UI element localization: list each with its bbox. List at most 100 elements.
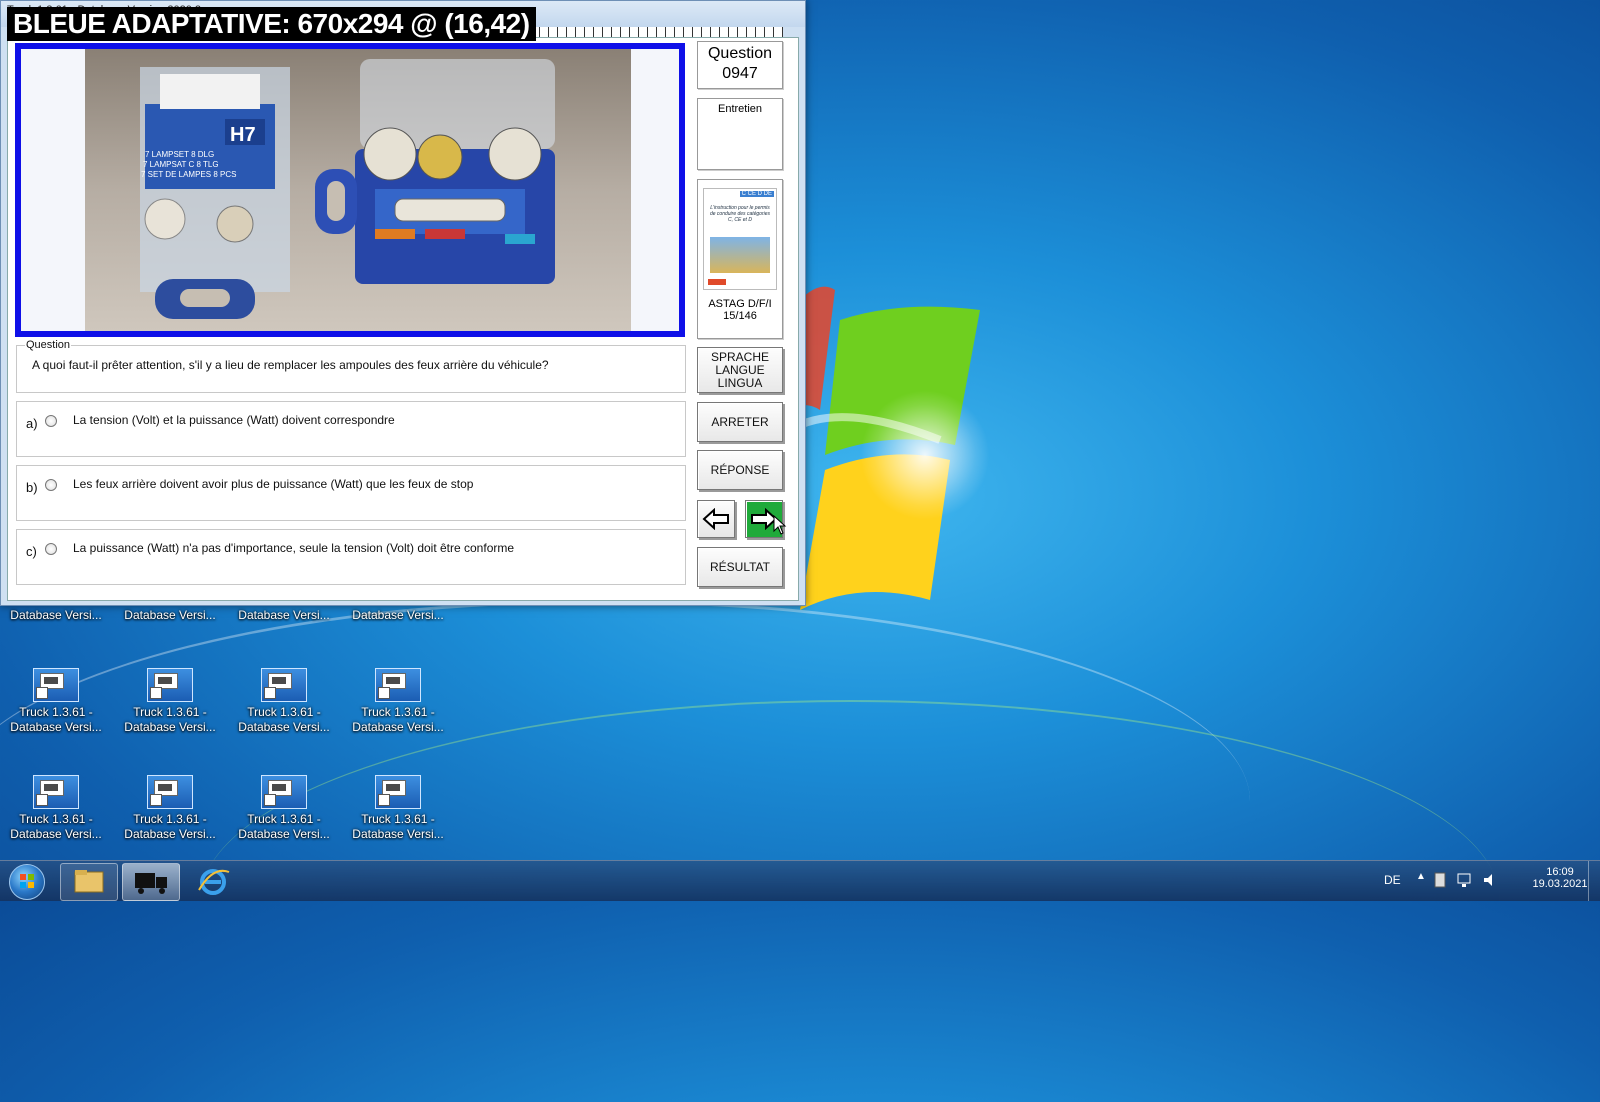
truck-app-icon	[33, 775, 79, 809]
question-number: 0947	[722, 65, 758, 82]
network-icon[interactable]	[1456, 871, 1474, 889]
box-label-h7: H7	[230, 124, 256, 146]
desktop-icon-label-line2: Database Versi...	[10, 608, 102, 622]
language-label-it: LINGUA	[717, 375, 763, 390]
wallpaper-glow	[860, 390, 990, 520]
truck-app-icon	[375, 775, 421, 809]
arrow-left-icon	[702, 508, 729, 530]
taskbar-explorer[interactable]	[60, 863, 118, 901]
bus-picture	[710, 237, 770, 273]
stop-label: ARRETER	[711, 414, 769, 429]
desktop-icon-label-line2: Database Versi...	[238, 608, 330, 622]
answer-label: RÉPONSE	[710, 462, 770, 477]
answer-c-radio[interactable]	[45, 543, 57, 555]
desktop-icon[interactable]: Truck 1.3.61 - Database Versi...	[10, 668, 102, 735]
desktop-icon-label-line1: Truck 1.3.61 -	[133, 705, 207, 719]
answer-letter: c)	[26, 544, 37, 559]
question-number-title: Question	[707, 45, 773, 62]
desktop-icon-label-line2: Database Versi...	[10, 827, 102, 841]
show-desktop-button[interactable]	[1588, 861, 1600, 901]
taskbar-truck-app[interactable]	[122, 863, 180, 901]
desktop-icon[interactable]: Truck 1.3.61 - Database Versi...	[238, 775, 330, 842]
start-button[interactable]	[4, 863, 50, 900]
previous-question-button[interactable]	[697, 500, 735, 538]
question-text: A quoi faut-il prêter attention, s'il y …	[32, 358, 549, 372]
desktop-icon-label-line1: Truck 1.3.61 -	[247, 812, 321, 826]
answer-button[interactable]: RÉPONSE	[697, 450, 783, 490]
book-title: ASTAG D/F/I	[708, 298, 772, 310]
book-cover-image: C CE D DE L'instruction pour le permis d…	[703, 188, 777, 290]
desktop-icon[interactable]: Database Versi...	[352, 608, 444, 623]
desktop-icon-label-line1: Truck 1.3.61 -	[361, 812, 435, 826]
answer-letter: b)	[26, 480, 38, 495]
desktop-icon[interactable]: Truck 1.3.61 - Database Versi...	[352, 668, 444, 735]
windows-start-icon	[9, 864, 45, 900]
box-text-3: 7 SET DE LAMPES 8 PCS	[141, 170, 236, 179]
box-text-2: 7 LAMPSAT C 8 TLG	[143, 160, 219, 169]
desktop-icon[interactable]: Truck 1.3.61 - Database Versi...	[10, 775, 102, 842]
question-image-frame: H7 7 LAMPSET 8 DLG 7 LAMPSAT C 8 TLG 7 S…	[15, 43, 685, 337]
desktop-icon-label-line2: Database Versi...	[352, 720, 444, 734]
folder-icon	[74, 870, 104, 893]
question-number-box: Question 0947	[697, 41, 783, 89]
desktop-icon-label-line1: Truck 1.3.61 -	[19, 812, 93, 826]
truck-app-icon	[33, 668, 79, 702]
desktop-icon[interactable]: Truck 1.3.61 - Database Versi...	[352, 775, 444, 842]
result-label: RÉSULTAT	[709, 559, 770, 574]
language-label-de: SPRACHE	[710, 349, 769, 364]
desktop-icon[interactable]: Truck 1.3.61 - Database Versi...	[124, 775, 216, 842]
truck-icon	[135, 873, 167, 894]
clock[interactable]: 16:09 19.03.2021	[1530, 866, 1590, 890]
desktop-icon-label-line1: Truck 1.3.61 -	[19, 705, 93, 719]
safely-remove-hardware-icon[interactable]	[1432, 871, 1448, 889]
taskbar: DE ▲ 16:09 19.03.2021	[0, 860, 1600, 901]
show-hidden-icons-button[interactable]: ▲	[1416, 871, 1426, 882]
desktop-icon-label-line1: Truck 1.3.61 -	[133, 812, 207, 826]
book-cover-text: L'instruction pour le permis de conduire…	[709, 205, 771, 223]
question-groupbox: Question A quoi faut-il prêter attention…	[16, 339, 686, 393]
result-button[interactable]: RÉSULTAT	[697, 547, 783, 587]
desktop-icon[interactable]: Database Versi...	[10, 608, 102, 623]
keyboard-language[interactable]: DE	[1384, 873, 1401, 887]
desktop-icon[interactable]: Database Versi...	[124, 608, 216, 623]
question-photo: H7 7 LAMPSET 8 DLG 7 LAMPSAT C 8 TLG 7 S…	[85, 49, 631, 331]
language-label-fr: LANGUE	[715, 362, 765, 377]
truck-app-icon	[261, 775, 307, 809]
answer-text: La tension (Volt) et la puissance (Watt)…	[73, 413, 395, 427]
book-page: 15/146	[723, 310, 757, 322]
desktop-icon-label-line2: Database Versi...	[238, 720, 330, 734]
mouse-cursor-icon	[773, 515, 787, 535]
desktop-icon-label-line2: Database Versi...	[352, 827, 444, 841]
desktop-icon-label-line2: Database Versi...	[238, 827, 330, 841]
desktop-icon[interactable]: Truck 1.3.61 - Database Versi...	[124, 668, 216, 735]
internet-explorer-icon	[198, 869, 230, 895]
desktop-icon-label-line1: Truck 1.3.61 -	[247, 705, 321, 719]
desktop-icon[interactable]: Database Versi...	[238, 608, 330, 623]
category-box: Entretien	[697, 98, 783, 170]
answer-option-a[interactable]: a) La tension (Volt) et la puissance (Wa…	[16, 401, 686, 457]
language-button[interactable]: SPRACHE LANGUE LINGUA	[697, 347, 783, 393]
desktop-icon[interactable]: Truck 1.3.61 - Database Versi...	[238, 668, 330, 735]
answer-option-b[interactable]: b) Les feux arrière doivent avoir plus d…	[16, 465, 686, 521]
answer-b-radio[interactable]	[45, 479, 57, 491]
desktop-icon-label-line2: Database Versi...	[352, 608, 444, 622]
volume-icon[interactable]	[1482, 871, 1500, 889]
desktop-icon-label-line2: Database Versi...	[124, 608, 216, 622]
desktop-icon-label-line1: Truck 1.3.61 -	[361, 705, 435, 719]
truck-app-icon	[375, 668, 421, 702]
answer-letter: a)	[26, 416, 38, 431]
truck-app-icon	[147, 668, 193, 702]
answer-option-c[interactable]: c) La puissance (Watt) n'a pas d'importa…	[16, 529, 686, 585]
desktop-icon-label-line2: Database Versi...	[124, 827, 216, 841]
answer-a-radio[interactable]	[45, 415, 57, 427]
question-category: Entretien	[717, 103, 763, 115]
book-cover-badges: C CE D DE	[739, 191, 774, 197]
debug-overlay-label: BLEUE ADAPTATIVE: 670x294 @ (16,42)	[7, 7, 536, 41]
app-window: Truck 1.3.61 - Database Version 2020.2 H…	[0, 0, 806, 606]
stop-button[interactable]: ARRETER	[697, 402, 783, 442]
truck-app-icon	[147, 775, 193, 809]
desktop-swoosh-green	[200, 700, 1500, 1102]
box-text-1: 7 LAMPSET 8 DLG	[145, 150, 214, 159]
desktop-icon-label-line2: Database Versi...	[124, 720, 216, 734]
taskbar-internet-explorer[interactable]	[184, 863, 242, 901]
